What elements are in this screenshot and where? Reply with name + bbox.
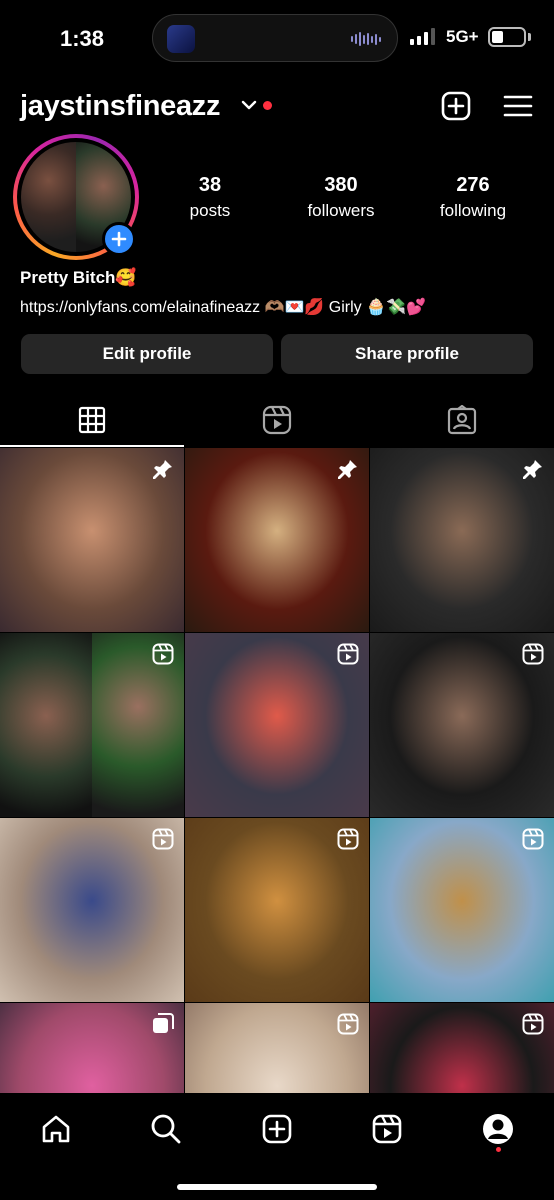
active-tab-indicator bbox=[0, 445, 184, 447]
create-post-button[interactable] bbox=[440, 90, 472, 122]
profile-notification-dot bbox=[496, 1147, 501, 1152]
profile-icon bbox=[483, 1114, 513, 1144]
home-icon bbox=[42, 1115, 70, 1143]
grid-post[interactable] bbox=[0, 448, 184, 632]
grid-post[interactable] bbox=[185, 633, 369, 817]
audio-waveform-icon bbox=[351, 32, 381, 46]
username-switcher[interactable]: jaystinsfineazz bbox=[20, 90, 220, 123]
nav-reels[interactable] bbox=[367, 1109, 407, 1149]
pin-icon bbox=[522, 458, 544, 485]
tab-grid[interactable] bbox=[0, 396, 184, 444]
posts-grid bbox=[0, 448, 554, 1187]
following-stat[interactable]: 276 following bbox=[428, 174, 518, 221]
profile-tabs bbox=[0, 396, 554, 444]
reel-icon bbox=[522, 1013, 544, 1040]
tab-reels[interactable] bbox=[185, 396, 369, 444]
dynamic-island[interactable] bbox=[152, 14, 398, 62]
plus-square-icon bbox=[262, 1114, 292, 1144]
reel-icon bbox=[337, 828, 359, 855]
grid-post[interactable] bbox=[185, 448, 369, 632]
pin-icon bbox=[337, 458, 359, 485]
grid-post[interactable] bbox=[370, 818, 554, 1002]
followers-count: 380 bbox=[324, 174, 358, 196]
plus-square-icon bbox=[441, 91, 471, 121]
profile-header: jaystinsfineazz bbox=[0, 84, 554, 130]
reel-icon bbox=[522, 643, 544, 670]
status-bar: 1:38 5G+ bbox=[0, 0, 554, 72]
posts-stat[interactable]: 38 posts bbox=[170, 174, 250, 221]
network-type: 5G+ bbox=[446, 27, 479, 46]
home-indicator[interactable] bbox=[177, 1184, 377, 1190]
nav-home[interactable] bbox=[36, 1109, 76, 1149]
posts-count: 38 bbox=[198, 174, 222, 196]
tab-tagged[interactable] bbox=[370, 396, 554, 444]
grid-post[interactable] bbox=[0, 818, 184, 1002]
cellular-signal-icon bbox=[410, 28, 435, 45]
tagged-icon bbox=[447, 405, 477, 435]
status-time: 1:38 bbox=[60, 26, 105, 51]
grid-icon bbox=[78, 406, 106, 434]
reel-icon bbox=[522, 828, 544, 855]
grid-post[interactable] bbox=[185, 818, 369, 1002]
nav-create[interactable] bbox=[257, 1109, 297, 1149]
carousel-icon bbox=[152, 1013, 174, 1040]
posts-label: posts bbox=[189, 201, 231, 220]
pin-icon bbox=[152, 458, 174, 485]
chevron-down-icon[interactable] bbox=[240, 96, 258, 119]
followers-stat[interactable]: 380 followers bbox=[296, 174, 386, 221]
share-profile-button[interactable]: Share profile bbox=[281, 334, 533, 374]
followers-label: followers bbox=[307, 201, 375, 220]
bio-name: Pretty Bitch🥰 bbox=[20, 268, 137, 287]
bio-link[interactable]: https://onlyfans.com/elainafineazz 🫶🏽💌💋 … bbox=[20, 297, 426, 317]
battery-icon bbox=[488, 27, 526, 47]
plus-icon bbox=[111, 231, 127, 247]
menu-button[interactable] bbox=[502, 92, 534, 120]
nav-search[interactable] bbox=[146, 1109, 186, 1149]
reel-icon bbox=[337, 643, 359, 670]
search-icon bbox=[151, 1114, 181, 1144]
grid-post[interactable] bbox=[370, 633, 554, 817]
battery-cap bbox=[528, 33, 531, 41]
nav-profile[interactable] bbox=[478, 1109, 518, 1149]
reel-icon bbox=[152, 643, 174, 670]
reels-icon bbox=[262, 405, 292, 435]
following-count: 276 bbox=[456, 174, 490, 196]
add-story-button[interactable] bbox=[102, 222, 136, 256]
following-label: following bbox=[439, 201, 507, 220]
reel-icon bbox=[152, 828, 174, 855]
grid-post[interactable] bbox=[0, 633, 184, 817]
reel-icon bbox=[337, 1013, 359, 1040]
hamburger-menu-icon bbox=[503, 95, 533, 117]
notification-dot bbox=[263, 101, 272, 110]
grid-post[interactable] bbox=[370, 448, 554, 632]
edit-profile-button[interactable]: Edit profile bbox=[21, 334, 273, 374]
now-playing-artwork bbox=[167, 25, 195, 53]
reels-icon bbox=[372, 1114, 402, 1144]
